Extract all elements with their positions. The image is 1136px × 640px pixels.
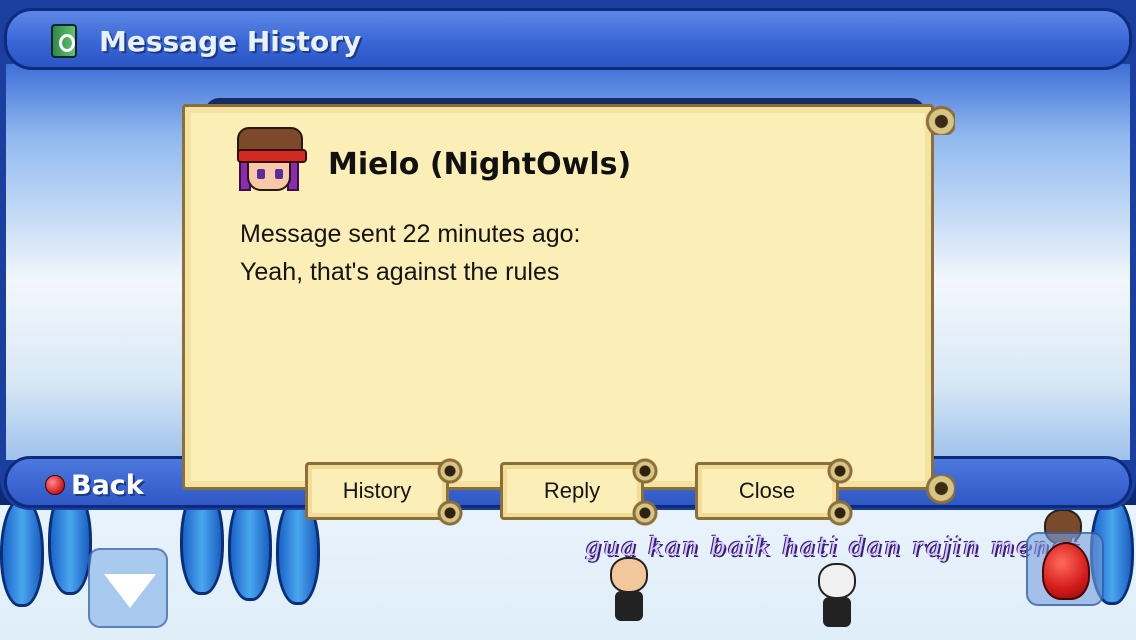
scroll-curl-icon bbox=[827, 458, 853, 484]
down-arrow-icon bbox=[104, 574, 156, 608]
character-body bbox=[823, 597, 851, 627]
message-body: Yeah, that's against the rules bbox=[240, 258, 560, 286]
game-world bbox=[0, 505, 1136, 640]
character-head bbox=[818, 563, 856, 599]
scroll-curl-icon bbox=[437, 500, 463, 526]
scroll-curl-icon bbox=[921, 475, 955, 505]
reply-button[interactable]: Reply bbox=[500, 458, 658, 526]
sender-name: Mielo (NightOwls) bbox=[328, 147, 632, 182]
player-character[interactable] bbox=[606, 557, 652, 629]
close-button[interactable]: Close bbox=[695, 458, 853, 526]
world-chat-text: gua kan baik hati dan rajin menat bbox=[585, 532, 1081, 561]
avatar-eye bbox=[257, 169, 265, 179]
history-button[interactable]: History bbox=[305, 458, 463, 526]
player-character[interactable] bbox=[814, 563, 860, 635]
plant-leaf bbox=[180, 505, 224, 595]
character-head bbox=[610, 557, 648, 593]
sender-avatar bbox=[235, 125, 307, 197]
plant-leaf bbox=[228, 505, 272, 601]
red-dot-icon bbox=[45, 475, 65, 495]
back-label: Back bbox=[71, 469, 144, 501]
history-label: History bbox=[342, 478, 412, 503]
reply-label: Reply bbox=[543, 478, 601, 503]
scroll-curl-icon bbox=[632, 458, 658, 484]
punch-button[interactable] bbox=[1026, 532, 1104, 606]
avatar-eye bbox=[275, 169, 283, 179]
scroll-curl-icon bbox=[921, 105, 955, 135]
boxing-glove-icon bbox=[1042, 542, 1090, 600]
scroll-curl-icon bbox=[437, 458, 463, 484]
scroll-curl-icon bbox=[827, 500, 853, 526]
title-bar: Message History bbox=[4, 8, 1132, 70]
plant-leaf bbox=[0, 505, 44, 607]
scroll-curl-icon bbox=[632, 500, 658, 526]
close-label: Close bbox=[738, 478, 796, 503]
plant-leaf bbox=[48, 505, 92, 595]
character-body bbox=[615, 591, 643, 621]
back-button[interactable]: Back bbox=[45, 468, 144, 502]
window-title: Message History bbox=[99, 25, 362, 58]
avatar-hat bbox=[237, 127, 307, 163]
plant-leaf bbox=[276, 505, 320, 605]
message-timestamp: Message sent 22 minutes ago: bbox=[240, 220, 581, 248]
book-icon bbox=[51, 24, 77, 58]
down-arrow-button[interactable] bbox=[88, 548, 168, 628]
message-scroll-dialog: Mielo (NightOwls) Message sent 22 minute… bbox=[182, 104, 955, 505]
